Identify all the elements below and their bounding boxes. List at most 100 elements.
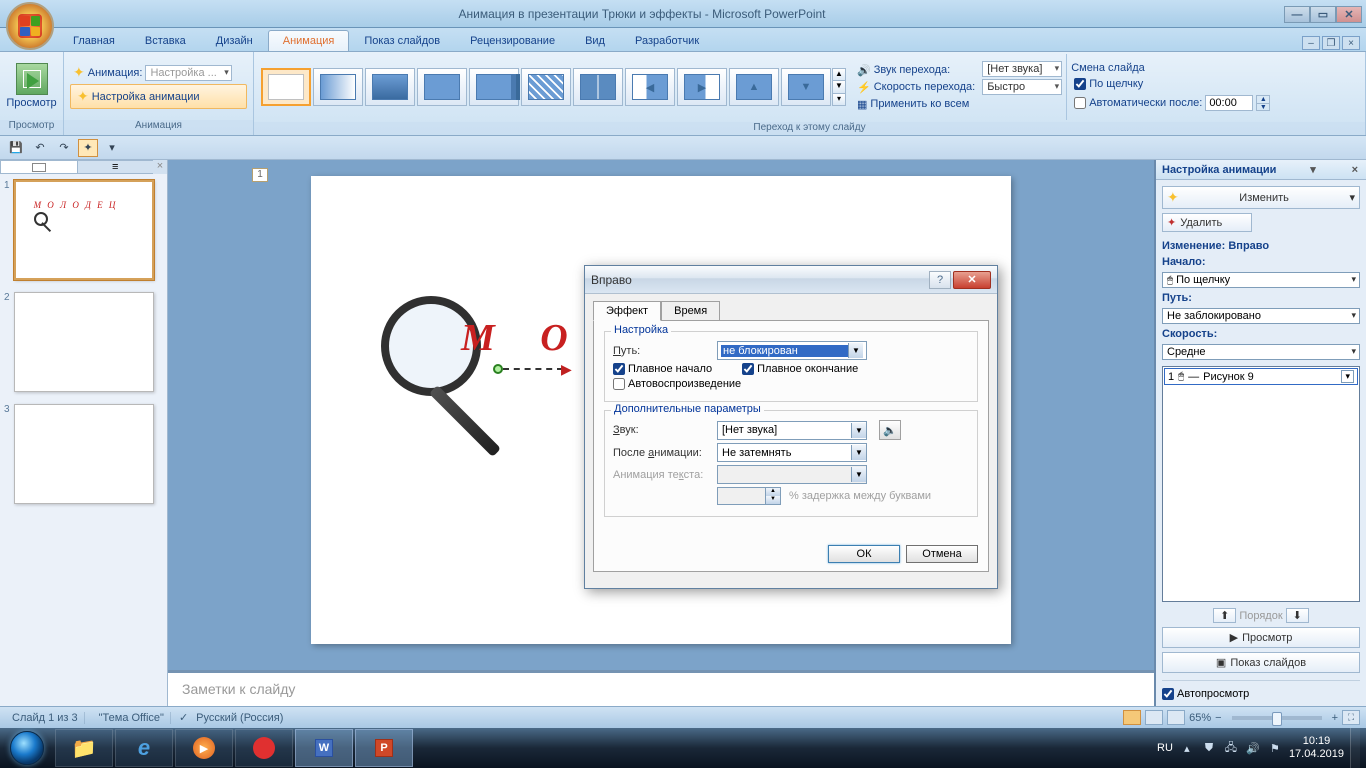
tab-design[interactable]: Дизайн: [201, 30, 268, 51]
transition-8[interactable]: ▶: [677, 68, 727, 106]
doc-minimize-button[interactable]: –: [1302, 36, 1320, 50]
dialog-help-button[interactable]: ?: [929, 271, 951, 289]
transition-4[interactable]: [469, 68, 519, 106]
tray-action-icon[interactable]: ⚑: [1267, 740, 1283, 756]
dialog-titlebar[interactable]: Вправо ? ✕: [585, 266, 997, 294]
panel-close-icon[interactable]: ×: [153, 160, 167, 174]
slide-thumb-1[interactable]: М О Л О Д Е Ц: [14, 180, 154, 280]
minimize-button[interactable]: —: [1284, 6, 1310, 23]
tray-lang[interactable]: RU: [1157, 742, 1173, 754]
slideshow-button[interactable]: ▣Показ слайдов: [1162, 652, 1360, 673]
tab-animation[interactable]: Анимация: [268, 30, 350, 51]
gallery-more[interactable]: ▾: [833, 93, 845, 105]
transition-5[interactable]: [521, 68, 571, 106]
reorder-up-button[interactable]: ⬆: [1213, 608, 1236, 623]
dlg-after-dropdown[interactable]: Не затемнять▼: [717, 443, 867, 462]
outline-tab[interactable]: ≡: [77, 160, 154, 174]
reorder-down-button[interactable]: ⬇: [1286, 608, 1309, 623]
task-word[interactable]: W: [295, 729, 353, 767]
start-dropdown[interactable]: 🖱 По щелчку: [1162, 272, 1360, 288]
redo-icon[interactable]: ↷: [54, 139, 74, 157]
auto-after-checkbox[interactable]: [1074, 97, 1086, 109]
qat-more[interactable]: ▾: [102, 139, 122, 157]
sorter-view-button[interactable]: [1145, 710, 1163, 725]
gallery-down[interactable]: ▼: [833, 80, 845, 92]
transition-6[interactable]: [573, 68, 623, 106]
autopreview-checkbox[interactable]: [1162, 688, 1174, 700]
path-dropdown[interactable]: Не заблокировано: [1162, 308, 1360, 324]
fit-window-button[interactable]: ⛶: [1342, 710, 1360, 725]
zoom-level[interactable]: 65%: [1189, 712, 1211, 724]
tab-review[interactable]: Рецензирование: [455, 30, 570, 51]
tab-slideshow[interactable]: Показ слайдов: [349, 30, 455, 51]
play-button[interactable]: ▶Просмотр: [1162, 627, 1360, 648]
tab-insert[interactable]: Вставка: [130, 30, 201, 51]
gallery-up[interactable]: ▲: [833, 69, 845, 80]
transition-3[interactable]: [417, 68, 467, 106]
autoreverse-checkbox[interactable]: [613, 378, 625, 390]
auto-after-time[interactable]: [1205, 95, 1253, 111]
spellcheck-icon[interactable]: ✓: [179, 711, 188, 724]
task-ie[interactable]: e: [115, 729, 173, 767]
tray-up-icon[interactable]: ▴: [1179, 740, 1195, 756]
custom-animation-button[interactable]: Настройка анимации: [92, 91, 200, 103]
transition-9[interactable]: ▲: [729, 68, 779, 106]
normal-view-button[interactable]: [1123, 710, 1141, 725]
animation-list-item[interactable]: 1 🖱 — Рисунок 9 ▾: [1164, 368, 1358, 385]
zoom-out-button[interactable]: −: [1215, 712, 1221, 724]
dialog-tab-effect[interactable]: Эффект: [593, 301, 661, 321]
tray-volume-icon[interactable]: 🔊: [1245, 740, 1261, 756]
tab-view[interactable]: Вид: [570, 30, 620, 51]
transition-7[interactable]: ◀: [625, 68, 675, 106]
zoom-slider[interactable]: [1232, 716, 1322, 720]
save-icon[interactable]: 💾: [6, 139, 26, 157]
slide-thumb-2[interactable]: [14, 292, 154, 392]
doc-close-button[interactable]: ×: [1342, 36, 1360, 50]
animation-list[interactable]: 1 🖱 — Рисунок 9 ▾: [1162, 366, 1360, 602]
show-desktop-button[interactable]: [1350, 728, 1360, 768]
dlg-sound-dropdown[interactable]: [Нет звука]▼: [717, 421, 867, 440]
animation-dropdown[interactable]: Настройка ...: [145, 65, 231, 81]
task-opera[interactable]: [235, 729, 293, 767]
start-button[interactable]: [0, 728, 54, 768]
language-indicator[interactable]: Русский (Россия): [196, 712, 283, 724]
slideshow-view-button[interactable]: [1167, 710, 1185, 725]
anim-pane-dropdown[interactable]: ▾: [1310, 163, 1316, 176]
zoom-in-button[interactable]: +: [1332, 712, 1338, 724]
sound-volume-button[interactable]: 🔈: [879, 420, 901, 440]
transition-fade[interactable]: [313, 68, 363, 106]
item-dd-icon[interactable]: ▾: [1341, 370, 1354, 383]
undo-icon[interactable]: ↶: [30, 139, 50, 157]
task-explorer[interactable]: 📁: [55, 729, 113, 767]
tray-network-icon[interactable]: 🖧: [1223, 740, 1239, 756]
apply-all-button[interactable]: ▦Применить ко всем: [854, 97, 978, 112]
anim-pane-close[interactable]: ×: [1352, 164, 1358, 176]
qat-custom-icon[interactable]: ✦: [78, 139, 98, 157]
task-wmp[interactable]: ▶: [175, 729, 233, 767]
smooth-start-checkbox[interactable]: [613, 363, 625, 375]
office-button[interactable]: [6, 2, 54, 50]
smooth-end-checkbox[interactable]: [742, 363, 754, 375]
notes-pane[interactable]: Заметки к слайду: [168, 670, 1154, 706]
on-click-checkbox[interactable]: [1074, 78, 1086, 90]
slides-tab[interactable]: [0, 160, 77, 174]
preview-button[interactable]: Просмотр: [6, 61, 57, 111]
speed-dropdown[interactable]: Средне: [1162, 344, 1360, 360]
change-effect-button[interactable]: ✦Изменить▾: [1162, 186, 1360, 209]
tab-home[interactable]: Главная: [58, 30, 130, 51]
transition-sound-dropdown[interactable]: [Нет звука]: [982, 61, 1062, 77]
dialog-tab-timing[interactable]: Время: [661, 301, 720, 321]
tab-developer[interactable]: Разработчик: [620, 30, 714, 51]
transition-2[interactable]: [365, 68, 415, 106]
cancel-button[interactable]: Отмена: [906, 545, 978, 563]
doc-restore-button[interactable]: ❐: [1322, 36, 1340, 50]
transition-none[interactable]: [261, 68, 311, 106]
slide-thumb-3[interactable]: [14, 404, 154, 504]
maximize-button[interactable]: ▭: [1310, 6, 1336, 23]
transition-10[interactable]: ▼: [781, 68, 831, 106]
tray-clock[interactable]: 10:19 17.04.2019: [1289, 735, 1344, 761]
dlg-path-dropdown[interactable]: не блокирован▼: [717, 341, 867, 360]
close-button[interactable]: ✕: [1336, 6, 1362, 23]
transition-speed-dropdown[interactable]: Быстро: [982, 79, 1062, 95]
task-powerpoint[interactable]: P: [355, 729, 413, 767]
